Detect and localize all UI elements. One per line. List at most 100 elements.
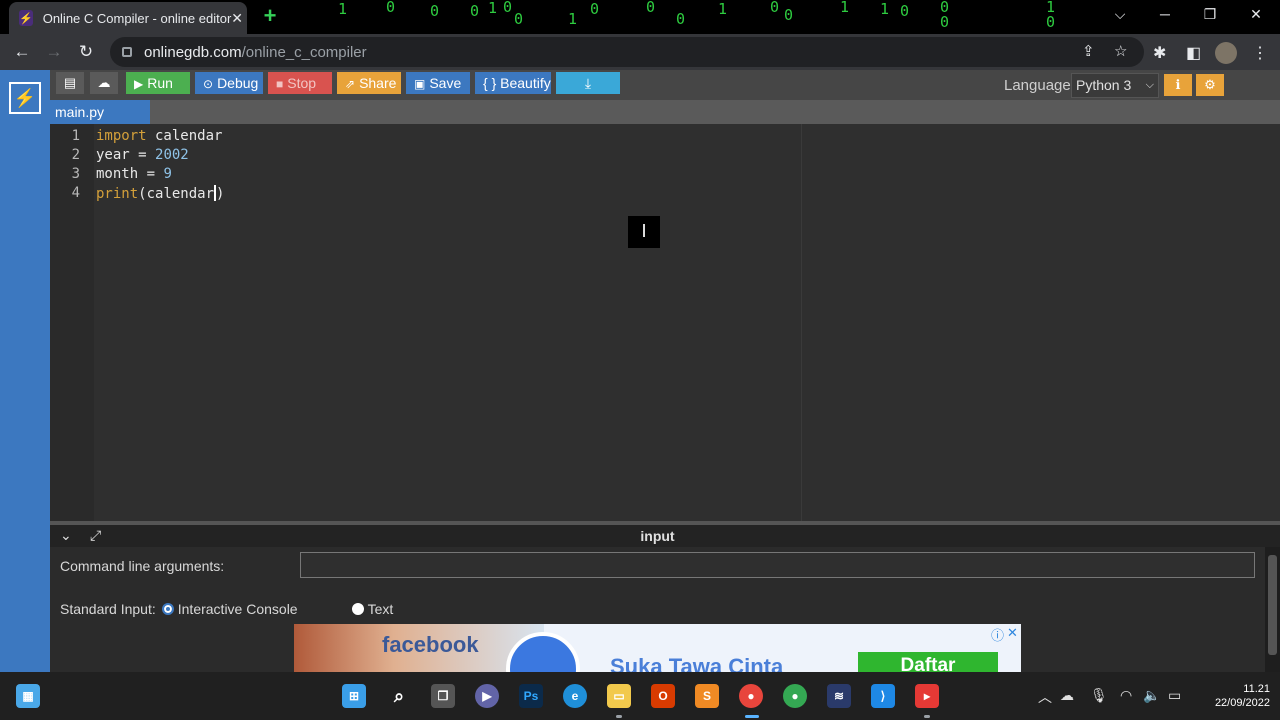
scrollbar-thumb[interactable] — [1268, 555, 1277, 655]
matrix-glyph: 0 — [940, 13, 950, 31]
debug-icon: ⊙ — [203, 77, 214, 91]
save-button[interactable]: ▣ Save — [406, 72, 470, 94]
running-indicator — [924, 715, 930, 718]
new-file-icon[interactable]: ▤ — [56, 72, 84, 94]
text-radio[interactable] — [351, 603, 364, 615]
matrix-glyph: 1 — [568, 10, 578, 28]
text-cursor-icon: I — [628, 216, 660, 248]
code-line[interactable]: month = 9 — [96, 166, 172, 182]
advertisement-banner[interactable]: facebook Suka Tawa Cinta Daftar ⓘ ✕ — [294, 624, 1021, 672]
back-icon[interactable]: ← — [11, 41, 33, 63]
running-indicator — [616, 715, 622, 718]
side-panel-icon[interactable]: ◧ — [1186, 43, 1201, 63]
run-label: Run — [147, 75, 173, 91]
share-page-icon[interactable]: ⇪ — [1082, 42, 1095, 60]
close-window-icon[interactable]: ✕ — [1246, 6, 1266, 23]
microphone-icon[interactable]: 🎙 — [1090, 687, 1108, 704]
download-button[interactable]: ⤓ — [556, 72, 620, 94]
settings-gear-icon[interactable]: ⚙ — [1196, 74, 1224, 96]
save-label: Save — [429, 75, 462, 91]
run-button[interactable]: ▶ Run — [126, 72, 190, 94]
camera-recorder-icon[interactable]: ▸ — [915, 684, 939, 708]
matrix-glyph: 0 — [646, 0, 656, 16]
widgets-icon[interactable]: ▦ — [16, 684, 40, 708]
language-select[interactable]: Python 3 ⌵ — [1071, 73, 1159, 98]
text-option-label[interactable]: Text — [368, 601, 394, 617]
sublime-text-icon[interactable]: S — [695, 684, 719, 708]
ide-toolbar: ▤ ☁ ▶ Run ⊙ Debug ■ Stop ⇗ Share ▣ Save { } B… — [50, 70, 1280, 100]
stop-label: Stop — [287, 75, 317, 91]
interactive-console-label[interactable]: Interactive Console — [178, 601, 298, 617]
matrix-glyph: 0 — [590, 0, 600, 18]
standard-input-row: Standard Input: Interactive Console Text — [60, 601, 393, 617]
chrome-icon[interactable]: ● — [783, 684, 807, 708]
search-icon[interactable]: ⌕ — [387, 684, 411, 708]
task-view-icon[interactable]: ❐ — [431, 684, 455, 708]
chevron-down-icon: ⌵ — [1145, 79, 1154, 91]
matrix-glyph: 0 — [503, 0, 513, 16]
minimize-icon[interactable]: ─ — [1155, 6, 1175, 22]
code-text: month = — [96, 166, 164, 182]
office-icon[interactable]: O — [651, 684, 675, 708]
debug-button[interactable]: ⊙ Debug — [195, 72, 263, 94]
share-button[interactable]: ⇗ Share — [337, 72, 401, 94]
ad-info-icon[interactable]: ⓘ — [991, 625, 1004, 644]
edge-icon[interactable]: e — [563, 684, 587, 708]
onedrive-cloud-icon[interactable]: ☁ — [1060, 687, 1074, 704]
wifi-icon[interactable]: ◠ — [1120, 687, 1132, 704]
command-line-args-input[interactable] — [300, 552, 1255, 578]
tray-chevron-icon[interactable]: ︿ — [1038, 687, 1052, 707]
code-line[interactable]: import calendar — [96, 128, 222, 144]
profile-avatar[interactable] — [1215, 42, 1237, 64]
code-editor[interactable]: 1 2 3 4 import calendar year = 2002 month = 9… — [50, 124, 1280, 521]
chrome-active-icon[interactable]: ● — [739, 684, 763, 708]
reload-icon[interactable]: ↻ — [75, 41, 97, 63]
browser-tab[interactable]: ⚡ Online C Compiler - online editor ✕ — [9, 2, 247, 34]
file-tab-main[interactable]: main.py — [50, 100, 150, 124]
input-panel-scrollbar[interactable] — [1265, 547, 1280, 672]
file-explorer-icon[interactable]: ▭ — [607, 684, 631, 708]
ad-brand: facebook — [382, 632, 479, 657]
info-icon[interactable]: ℹ — [1164, 74, 1192, 96]
extensions-icon[interactable]: ✱ — [1153, 43, 1166, 63]
matrix-glyph: 0 — [470, 2, 480, 20]
url-path: /online_c_compiler — [241, 43, 367, 61]
bookmark-star-icon[interactable]: ☆ — [1114, 42, 1127, 60]
line-number: 4 — [71, 185, 80, 201]
code-line[interactable]: year = 2002 — [96, 147, 189, 163]
upload-icon[interactable]: ☁ — [90, 72, 118, 94]
ad-close-icon[interactable]: ✕ — [1007, 625, 1018, 641]
system-clock[interactable]: 11.21 22/09/2022 — [1200, 682, 1270, 710]
share-icon: ⇗ — [345, 77, 356, 91]
code-line[interactable]: print(calendar) — [96, 185, 224, 202]
onlinegdb-logo-icon[interactable]: ⚡ — [9, 82, 41, 114]
matrix-glyph: 1 — [880, 0, 890, 18]
browser-menu-icon[interactable]: ⋮ — [1252, 43, 1268, 63]
beautify-button[interactable]: { } Beautify — [475, 72, 551, 94]
teams-chat-icon[interactable]: ▶ — [475, 684, 499, 708]
ad-cta-button[interactable]: Daftar — [858, 652, 998, 672]
play-icon: ▶ — [134, 77, 144, 91]
standard-input-label: Standard Input: — [60, 601, 156, 617]
volume-icon[interactable]: 🔈 — [1143, 687, 1160, 704]
code-text: (calendar — [138, 186, 215, 202]
stop-button[interactable]: ■ Stop — [268, 72, 332, 94]
stop-icon: ■ — [276, 77, 284, 91]
start-windows-icon[interactable]: ⊞ — [342, 684, 366, 708]
language-label: Language — [1004, 77, 1071, 94]
tab-search-chevron-icon[interactable]: ⌵ — [1110, 6, 1130, 23]
restore-icon[interactable]: ❐ — [1200, 6, 1220, 23]
tab-close-icon[interactable]: ✕ — [231, 10, 243, 27]
address-bar[interactable]: onlinegdb.com/online_c_compiler — [110, 37, 1144, 67]
new-tab-button[interactable]: + — [256, 5, 284, 29]
interactive-console-radio[interactable] — [161, 603, 174, 615]
photoshop-icon[interactable]: Ps — [519, 684, 543, 708]
line-number: 1 — [71, 128, 80, 144]
input-panel-title: input — [640, 528, 675, 544]
screen-recorder-icon[interactable]: ≋ — [827, 684, 851, 708]
forward-icon[interactable]: → — [43, 41, 65, 63]
left-sidebar: ⚡ — [0, 70, 50, 672]
code-text: calendar — [146, 128, 223, 144]
vscode-icon[interactable]: ⟩ — [871, 684, 895, 708]
battery-icon[interactable]: ▭ — [1168, 687, 1181, 704]
